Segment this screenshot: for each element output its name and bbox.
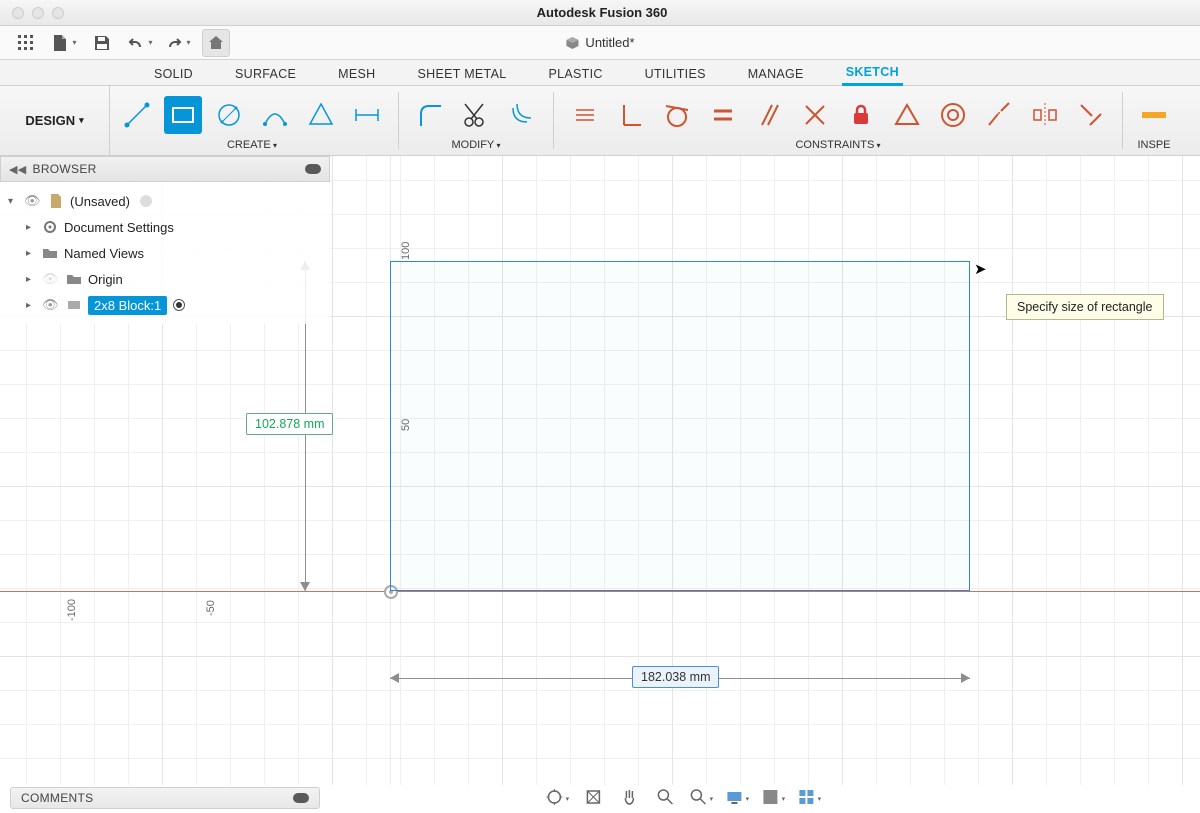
width-dimension-input[interactable]: 182.038 mm <box>632 666 719 688</box>
midpoint-constraint[interactable] <box>888 96 926 134</box>
polygon-tool[interactable] <box>302 96 340 134</box>
status-dot-icon <box>140 195 152 207</box>
browser-panel: ◀◀ BROWSER 👁 (Unsaved) Document Settings… <box>0 156 330 324</box>
ruler-y-100: 100 <box>400 242 412 260</box>
comments-label: COMMENTS <box>21 791 93 805</box>
document-icon <box>48 193 64 209</box>
toolgroup-constraints: CONSTRAINTS <box>558 86 1118 155</box>
mouse-cursor-icon: ➤ <box>974 260 987 278</box>
tab-sketch[interactable]: SKETCH <box>842 61 903 86</box>
cube-icon <box>565 36 579 50</box>
ruler-x-neg50: -50 <box>205 600 217 616</box>
tree-named-views[interactable]: Named Views <box>8 240 322 266</box>
titlebar: Autodesk Fusion 360 <box>0 0 1200 26</box>
folder-icon <box>42 245 58 261</box>
window-controls <box>0 7 64 19</box>
inspect-tool[interactable] <box>1135 96 1173 134</box>
comments-panel[interactable]: COMMENTS <box>10 787 320 809</box>
curvature-constraint[interactable] <box>1072 96 1110 134</box>
ribbon-toolbar: DESIGN CREATE MODIFY <box>0 86 1200 156</box>
perpendicular-constraint[interactable] <box>796 96 834 134</box>
toolgroup-create: CREATE <box>110 86 394 155</box>
collapse-icon[interactable]: ◀◀ <box>9 163 27 176</box>
zoom-window-button[interactable] <box>688 786 714 808</box>
circle-tool[interactable] <box>210 96 248 134</box>
tangent-constraint[interactable] <box>658 96 696 134</box>
pan-button[interactable] <box>616 786 642 808</box>
sketch-rectangle[interactable] <box>390 261 970 591</box>
tab-sheet-metal[interactable]: SHEET METAL <box>413 63 510 85</box>
ruler-x-neg100: -100 <box>66 599 78 621</box>
arc-tool[interactable] <box>256 96 294 134</box>
tree-doc-settings[interactable]: Document Settings <box>8 214 322 240</box>
horizontal-constraint[interactable] <box>566 96 604 134</box>
quick-access-toolbar: Untitled* <box>0 26 1200 60</box>
tree-component[interactable]: 👁 2x8 Block:1 <box>8 292 322 318</box>
comments-toggle-icon[interactable] <box>293 793 309 803</box>
active-component-icon[interactable] <box>173 299 185 311</box>
tab-mesh[interactable]: MESH <box>334 63 379 85</box>
app-grid-icon[interactable] <box>12 29 40 57</box>
look-at-button[interactable] <box>580 786 606 808</box>
tab-utilities[interactable]: UTILITIES <box>641 63 710 85</box>
tree-root[interactable]: 👁 (Unsaved) <box>8 188 322 214</box>
trim-tool[interactable] <box>457 96 495 134</box>
folder-icon <box>66 271 82 287</box>
toolgroup-inspect: INSPE <box>1127 86 1173 155</box>
fillet-tool[interactable] <box>411 96 449 134</box>
collinear-constraint[interactable] <box>980 96 1018 134</box>
tab-manage[interactable]: MANAGE <box>744 63 808 85</box>
app-title: Autodesk Fusion 360 <box>64 5 1140 20</box>
browser-tree: 👁 (Unsaved) Document Settings Named View… <box>0 182 330 324</box>
minimize-window-icon[interactable] <box>32 7 44 19</box>
eye-off-icon[interactable]: 👁 <box>42 271 60 287</box>
eye-icon[interactable]: 👁 <box>24 193 42 209</box>
close-window-icon[interactable] <box>12 7 24 19</box>
document-name: Untitled* <box>585 35 634 50</box>
undo-button[interactable] <box>126 29 154 57</box>
line-tool[interactable] <box>118 96 156 134</box>
maximize-window-icon[interactable] <box>52 7 64 19</box>
document-tab[interactable]: Untitled* <box>565 35 634 50</box>
x-axis <box>0 591 1200 592</box>
tab-surface[interactable]: SURFACE <box>231 63 300 85</box>
tooltip: Specify size of rectangle <box>1006 294 1164 320</box>
symmetry-constraint[interactable] <box>1026 96 1064 134</box>
home-button[interactable] <box>202 29 230 57</box>
equal-constraint[interactable] <box>704 96 742 134</box>
navigation-toolbar <box>544 785 822 809</box>
browser-title: BROWSER <box>33 162 97 176</box>
vertical-constraint[interactable] <box>612 96 650 134</box>
modify-label[interactable]: MODIFY <box>451 139 500 153</box>
display-settings-button[interactable] <box>724 786 750 808</box>
create-label[interactable]: CREATE <box>227 139 277 153</box>
tab-solid[interactable]: SOLID <box>150 63 197 85</box>
offset-tool[interactable] <box>503 96 541 134</box>
gear-icon <box>42 219 58 235</box>
concentric-constraint[interactable] <box>934 96 972 134</box>
component-icon <box>66 297 82 313</box>
toolgroup-modify: MODIFY <box>403 86 549 155</box>
rectangle-tool[interactable] <box>164 96 202 134</box>
save-button[interactable] <box>88 29 116 57</box>
zoom-button[interactable] <box>652 786 678 808</box>
workspace-switcher[interactable]: DESIGN <box>0 86 110 155</box>
redo-button[interactable] <box>164 29 192 57</box>
dimension-tool[interactable] <box>348 96 386 134</box>
height-dimension-input[interactable]: 102.878 mm <box>246 413 333 435</box>
grid-settings-button[interactable] <box>760 786 786 808</box>
viewport-layout-button[interactable] <box>796 786 822 808</box>
workspace-tabs: SOLID SURFACE MESH SHEET METAL PLASTIC U… <box>0 60 1200 86</box>
orbit-button[interactable] <box>544 786 570 808</box>
eye-icon[interactable]: 👁 <box>42 297 60 313</box>
browser-toggle-icon[interactable] <box>305 164 321 174</box>
new-file-button[interactable] <box>50 29 78 57</box>
constraints-label[interactable]: CONSTRAINTS <box>795 139 880 153</box>
tree-origin[interactable]: 👁 Origin <box>8 266 322 292</box>
inspect-label: INSPE <box>1137 139 1170 153</box>
tab-plastic[interactable]: PLASTIC <box>544 63 606 85</box>
parallel-constraint[interactable] <box>750 96 788 134</box>
fix-constraint[interactable] <box>842 96 880 134</box>
browser-header[interactable]: ◀◀ BROWSER <box>0 156 330 182</box>
